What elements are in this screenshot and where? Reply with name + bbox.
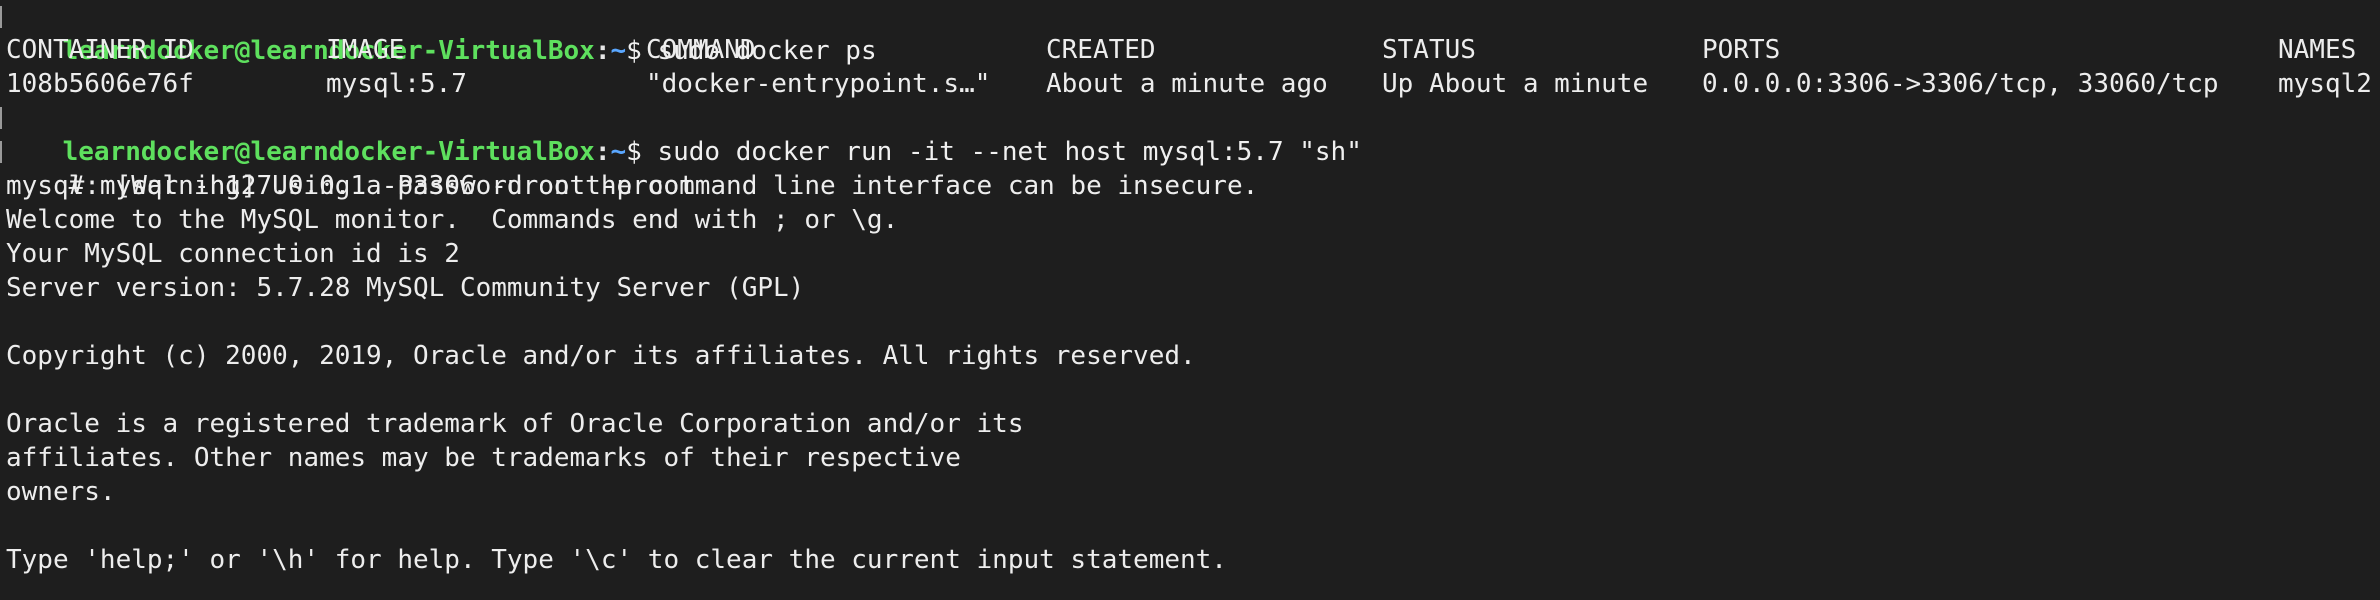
header-status: STATUS bbox=[1382, 35, 1476, 65]
output-line: Copyright (c) 2000, 2019, Oracle and/or … bbox=[6, 341, 1196, 371]
line-marker bbox=[0, 107, 2, 129]
header-created: CREATED bbox=[1046, 35, 1156, 65]
header-ports: PORTS bbox=[1702, 35, 1781, 65]
ps-table-header: CONTAINER ID IMAGE COMMAND CREATED STATU… bbox=[0, 33, 2380, 67]
output-line: owners. bbox=[6, 477, 116, 507]
terminal-window[interactable]: learndocker@learndocker-VirtualBox:~$ su… bbox=[0, 0, 2380, 600]
line-marker bbox=[0, 6, 2, 28]
output-line: Welcome to the MySQL monitor. Commands e… bbox=[6, 205, 899, 235]
header-command: COMMAND bbox=[646, 35, 756, 65]
output-line: affiliates. Other names may be trademark… bbox=[6, 443, 961, 473]
header-container-id: CONTAINER ID bbox=[6, 35, 194, 65]
ps-table-row: 108b5606e76f mysql:5.7 "docker-entrypoin… bbox=[0, 67, 2380, 101]
shell-command-line: # mysql -h127.0.0.1 -P3306 -uroot -proot bbox=[0, 135, 695, 201]
cell-created: About a minute ago bbox=[1046, 69, 1328, 99]
line-marker bbox=[0, 141, 2, 163]
cell-status: Up About a minute bbox=[1382, 69, 1649, 99]
cell-ports: 0.0.0.0:3306->3306/tcp, 33060/tcp bbox=[1702, 69, 2219, 99]
command-text: sudo docker run -it --net host mysql:5.7… bbox=[657, 137, 1362, 167]
prompt-line-2: learndocker@learndocker-VirtualBox:~$ su… bbox=[0, 101, 1362, 167]
header-image: IMAGE bbox=[326, 35, 405, 65]
output-line: Oracle is a registered trademark of Orac… bbox=[6, 409, 1024, 439]
prompt-line-1: learndocker@learndocker-VirtualBox:~$ su… bbox=[0, 0, 877, 66]
output-line: mysql: [Warning] Using a password on the… bbox=[6, 171, 1259, 201]
cell-image: mysql:5.7 bbox=[326, 69, 467, 99]
cell-names: mysql2 bbox=[2278, 69, 2372, 99]
output-line: Server version: 5.7.28 MySQL Community S… bbox=[6, 273, 805, 303]
cell-container-id: 108b5606e76f bbox=[6, 69, 194, 99]
output-line: Type 'help;' or '\h' for help. Type '\c'… bbox=[6, 545, 1227, 575]
output-line: Your MySQL connection id is 2 bbox=[6, 239, 460, 269]
cell-command: "docker-entrypoint.s…" bbox=[646, 69, 991, 99]
header-names: NAMES bbox=[2278, 35, 2357, 65]
